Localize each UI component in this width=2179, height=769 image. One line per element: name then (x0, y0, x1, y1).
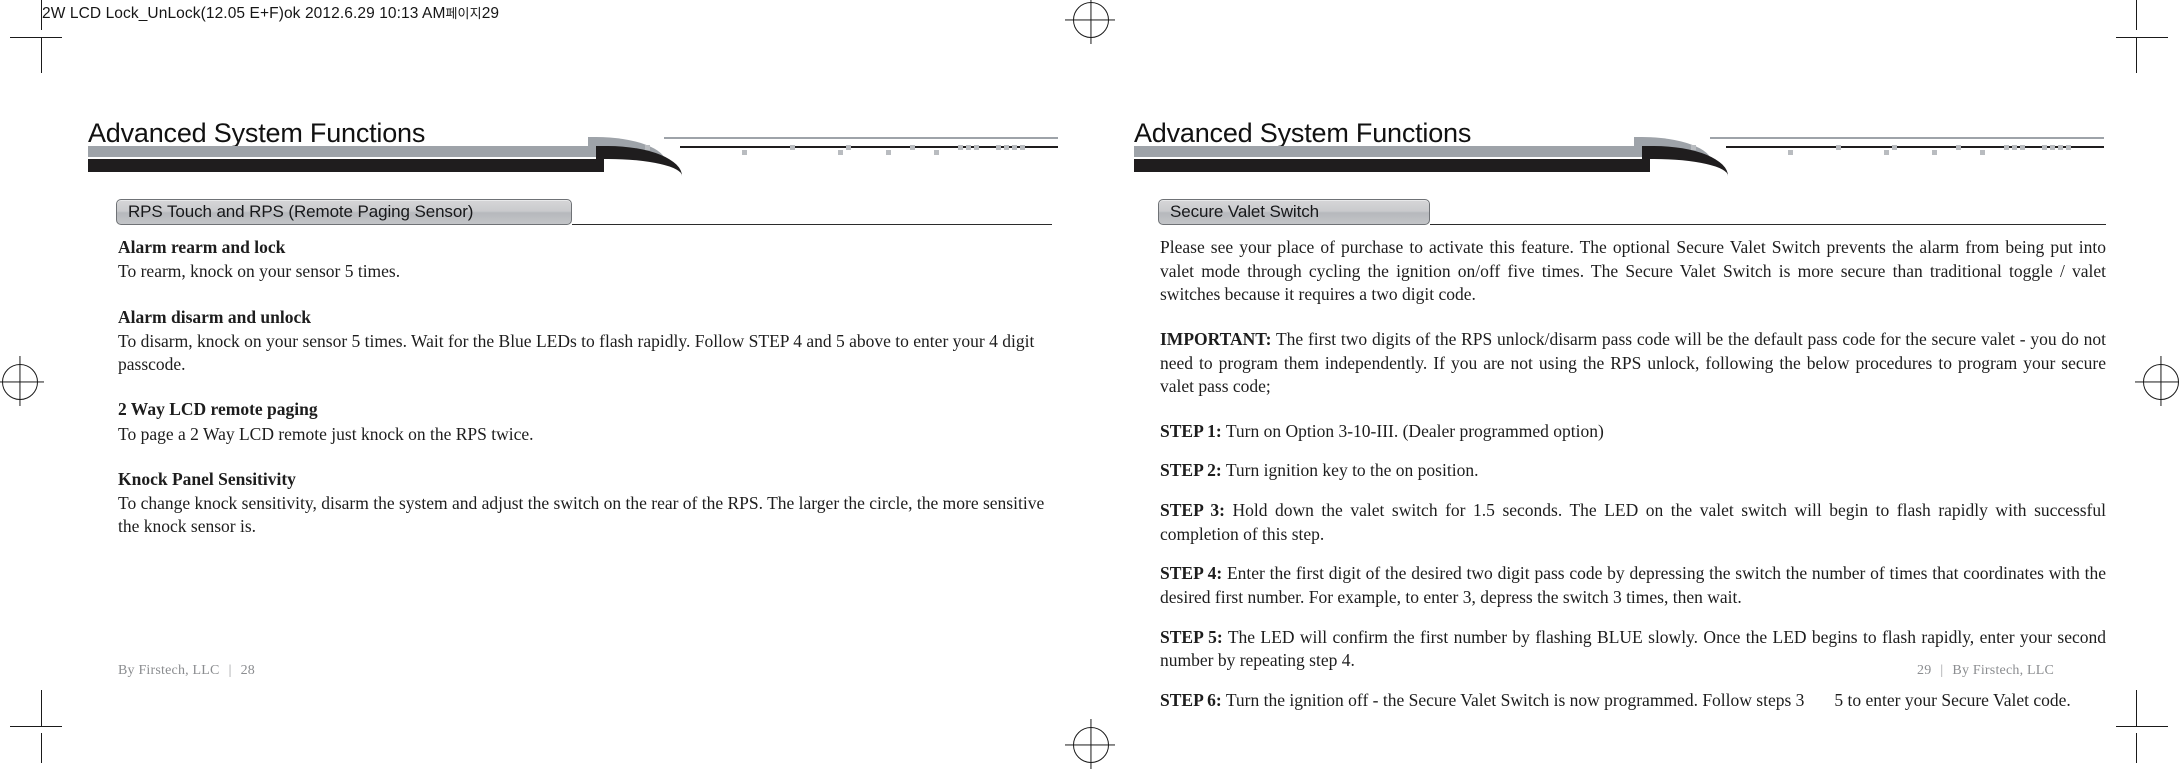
section-bar-rps-touch: RPS Touch and RPS (Remote Paging Sensor) (116, 199, 572, 225)
swoosh-black-tail (680, 146, 1058, 149)
right-header-swoosh (1134, 137, 2104, 177)
swoosh-gray-tail (1710, 137, 2104, 140)
step-body: Hold down the valet switch for 1.5 secon… (1160, 500, 2106, 544)
swoosh-black-riser (596, 146, 682, 185)
header-tick (966, 145, 971, 150)
body-block-lcd-paging: 2 Way LCD remote paging To page a 2 Way … (118, 398, 1062, 446)
left-section-bar-wrap: RPS Touch and RPS (Remote Paging Sensor) (116, 199, 572, 225)
header-tick (2066, 145, 2071, 150)
page-right: Advanced System Functions Secure Valet S… (1089, 0, 2179, 763)
header-tick (1012, 145, 1017, 150)
important-body: The first two digits of the RPS unlock/d… (1160, 328, 2107, 397)
header-tick (1956, 145, 1961, 150)
step-body: Enter the first digit of the desired two… (1160, 563, 2106, 607)
left-header-swoosh (88, 137, 1058, 177)
section-bar-label: RPS Touch and RPS (Remote Paging Sensor) (128, 202, 474, 221)
step-label: STEP 6: (1160, 689, 1222, 710)
header-tick (790, 145, 795, 150)
section-bar-label: Secure Valet Switch (1170, 202, 1319, 221)
header-tick (974, 145, 979, 150)
header-tick (2058, 145, 2063, 150)
header-tick (910, 145, 915, 150)
header-tick (1932, 150, 1937, 155)
swoosh-black-bar (88, 159, 604, 172)
important-label: IMPORTANT: (1160, 328, 1272, 349)
right-body-copy: Please see your place of purchase to act… (1160, 236, 2106, 712)
block-heading: Knock Panel Sensitivity (118, 468, 296, 489)
header-tick (1892, 145, 1897, 150)
step-item-2: STEP 2: Turn ignition key to the on posi… (1160, 459, 2106, 483)
left-footer: By Firstech, LLC | 28 (118, 663, 255, 679)
swoosh-black-tail (1726, 146, 2104, 149)
header-tick (958, 145, 963, 150)
header-tick (1884, 150, 1889, 155)
step-item-1: STEP 1: Turn on Option 3-10-III. (Dealer… (1160, 420, 2106, 444)
header-tick (2004, 145, 2009, 150)
header-tick (1788, 150, 1793, 155)
header-tick (742, 150, 747, 155)
footer-separator: | (228, 663, 232, 678)
header-tick (846, 145, 851, 150)
footer-separator: | (1940, 663, 1944, 678)
block-body: To page a 2 Way LCD remote just knock on… (118, 423, 534, 444)
header-tick (1004, 145, 1009, 150)
header-tick (645, 145, 650, 150)
body-block-knock-sensitivity: Knock Panel Sensitivity To change knock … (118, 468, 1062, 539)
swoosh-gray-bar (1134, 146, 1642, 157)
step-label: STEP 4: (1160, 563, 1223, 584)
header-tick (886, 150, 891, 155)
step-label: STEP 5: (1160, 626, 1223, 647)
header-tick (1020, 145, 1025, 150)
swoosh-gray-bar (88, 146, 596, 157)
block-body: To rearm, knock on your sensor 5 times. (118, 261, 401, 282)
footer-imprint: By Firstech, LLC (1952, 663, 2055, 678)
step-body-before-gap: Turn the ignition off - the Secure Valet… (1225, 689, 1805, 710)
header-tick (1980, 150, 1985, 155)
footer-page-number: 28 (240, 663, 256, 678)
intro-paragraph: Please see your place of purchase to act… (1160, 237, 2106, 305)
swoosh-gray-tail (664, 137, 1058, 140)
body-block-alarm-rearm: Alarm rearm and lock To rearm, knock on … (118, 236, 1062, 284)
step-item-6: STEP 6: Turn the ignition off - the Secu… (1160, 689, 2106, 713)
left-body-copy: Alarm rearm and lock To rearm, knock on … (118, 236, 1062, 539)
header-tick (838, 150, 843, 155)
step-body-after-gap: 5 to enter your Secure Valet code. (1834, 689, 2071, 710)
section-bar-secure-valet: Secure Valet Switch (1158, 199, 1430, 225)
right-footer: 29 | By Firstech, LLC (1917, 663, 2054, 679)
step-body: Turn on Option 3-10-III. (Dealer program… (1225, 420, 1604, 441)
footer-page-number: 29 (1917, 663, 1932, 678)
footer-imprint: By Firstech, LLC (118, 663, 220, 678)
swoosh-black-bar (1134, 159, 1650, 172)
step-label: STEP 1: (1160, 420, 1222, 441)
header-tick (2012, 145, 2017, 150)
block-body: To change knock sensitivity, disarm the … (118, 493, 1045, 537)
header-tick (1691, 145, 1696, 150)
important-paragraph: IMPORTANT: The first two digits of the R… (1160, 328, 2106, 399)
step-item-3: STEP 3: Hold down the valet switch for 1… (1160, 499, 2106, 546)
header-tick (934, 150, 939, 155)
step-body: Turn ignition key to the on position. (1225, 460, 1479, 481)
step-item-4: STEP 4: Enter the first digit of the des… (1160, 562, 2106, 609)
step-label: STEP 2: (1160, 460, 1222, 481)
header-tick (996, 145, 1001, 150)
header-tick (2020, 145, 2025, 150)
right-section-rule (1430, 224, 2106, 226)
step-label: STEP 3: (1160, 500, 1225, 520)
block-heading: Alarm rearm and lock (118, 237, 286, 257)
header-tick (2042, 145, 2047, 150)
page-left: Advanced System Functions RPS Touch and … (0, 0, 1089, 763)
block-heading: Alarm disarm and unlock (118, 306, 312, 327)
swoosh-black-riser (1642, 146, 1728, 185)
block-body: To disarm, knock on your sensor 5 times.… (118, 330, 1035, 375)
right-section-bar-wrap: Secure Valet Switch (1158, 199, 1430, 225)
body-block-alarm-disarm: Alarm disarm and unlock To disarm, knock… (118, 306, 1062, 377)
left-section-rule (572, 224, 1052, 226)
header-tick (1836, 145, 1841, 150)
header-tick (2050, 145, 2055, 150)
block-heading: 2 Way LCD remote paging (118, 399, 318, 420)
